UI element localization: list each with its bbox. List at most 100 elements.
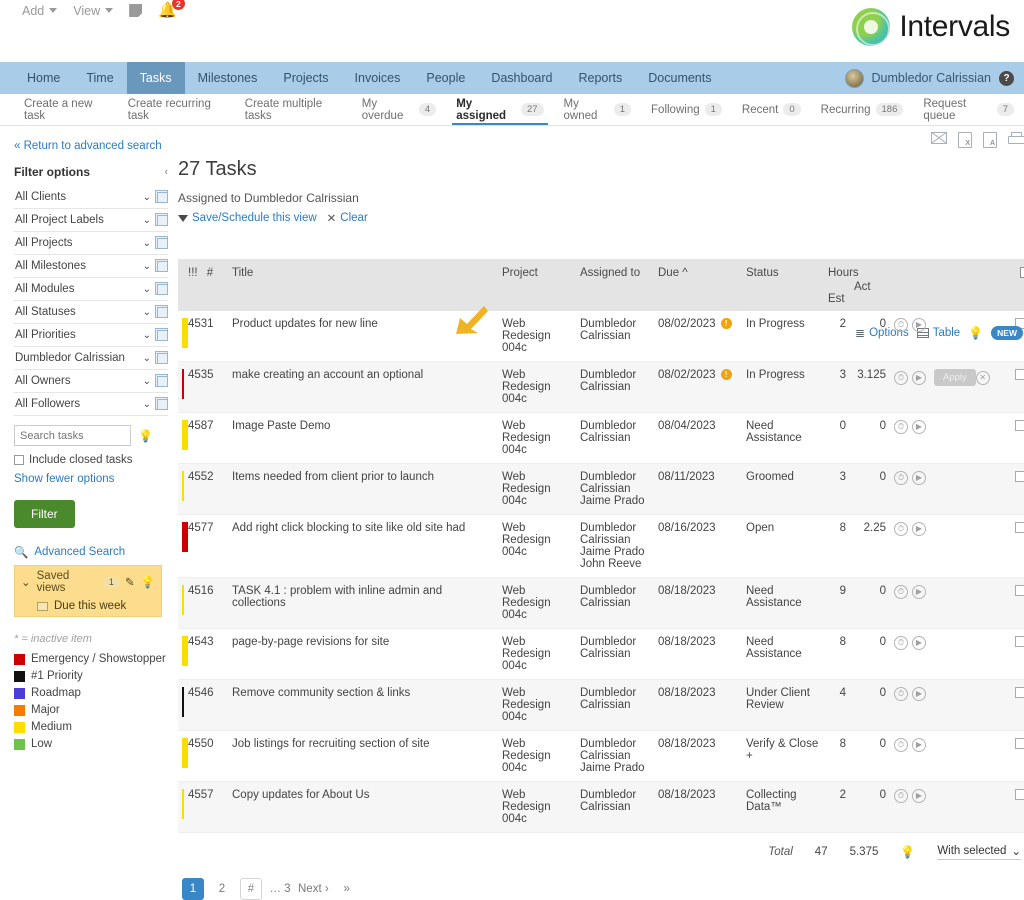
pagination-page-Next[interactable]: Next › [298, 878, 329, 900]
task-id[interactable]: 4587 [184, 413, 228, 464]
filter-dumbledor-calrissian[interactable]: Dumbledor Calrissian⌄ [14, 347, 168, 370]
table-row[interactable]: 4535make creating an account an optional… [178, 362, 1024, 413]
table-row[interactable]: 4543page-by-page revisions for siteWeb R… [178, 629, 1024, 680]
task-title[interactable]: Remove community section & links [228, 680, 498, 731]
table-row[interactable]: 4577Add right click blocking to site lik… [178, 515, 1024, 578]
filter-all-projects[interactable]: All Projects⌄ [14, 232, 168, 255]
row-checkbox[interactable] [1015, 636, 1024, 647]
header-number[interactable]: !!! # [184, 259, 228, 311]
lightbulb-icon[interactable]: 💡 [138, 429, 153, 443]
log-time-clock-icon[interactable]: ⏱ [894, 585, 908, 599]
subnav-item-recent[interactable]: Recent0 [732, 94, 811, 125]
copy-icon[interactable] [157, 238, 168, 249]
task-title[interactable]: page-by-page revisions for site [228, 629, 498, 680]
filter-all-statuses[interactable]: All Statuses⌄ [14, 301, 168, 324]
email-icon[interactable] [931, 132, 947, 144]
user-name[interactable]: Dumbledor Calrissian [872, 71, 992, 85]
start-timer-icon[interactable]: ▶ [912, 789, 926, 803]
task-status[interactable]: In Progress [742, 362, 824, 413]
lightbulb-icon[interactable]: 💡 [968, 326, 983, 340]
task-id[interactable]: 4550 [184, 731, 228, 782]
select-all-checkbox[interactable] [1020, 267, 1024, 278]
task-status[interactable]: Verify & Close + [742, 731, 824, 782]
row-checkbox[interactable] [1015, 738, 1024, 749]
notes-button[interactable] [129, 4, 142, 17]
saved-view-item[interactable]: Due this week [21, 600, 155, 612]
log-time-clock-icon[interactable]: ⏱ [894, 471, 908, 485]
task-status[interactable]: Groomed [742, 464, 824, 515]
task-title[interactable]: Job listings for recruiting section of s… [228, 731, 498, 782]
task-project[interactable]: Web Redesign 004c [498, 413, 576, 464]
help-icon[interactable]: ? [999, 71, 1014, 86]
copy-icon[interactable] [157, 353, 168, 364]
copy-icon[interactable] [157, 192, 168, 203]
nav-item-home[interactable]: Home [14, 62, 73, 94]
task-project[interactable]: Web Redesign 004c [498, 515, 576, 578]
task-title[interactable]: TASK 4.1 : problem with inline admin and… [228, 578, 498, 629]
subnav-item-request-queue[interactable]: Request queue7 [913, 94, 1024, 125]
start-timer-icon[interactable]: ▶ [912, 471, 926, 485]
chevron-down-icon[interactable]: ⌄ [143, 376, 151, 387]
task-id[interactable]: 4557 [184, 782, 228, 833]
filter-all-project-labels[interactable]: All Project Labels⌄ [14, 209, 168, 232]
nav-item-dashboard[interactable]: Dashboard [478, 62, 565, 94]
lightbulb-icon[interactable]: 💡 [900, 845, 915, 859]
nav-item-documents[interactable]: Documents [635, 62, 724, 94]
show-fewer-options-link[interactable]: Show fewer options [14, 473, 168, 485]
task-status[interactable]: In Progress [742, 311, 824, 362]
advanced-search-link[interactable]: 🔍 Advanced Search [14, 545, 168, 559]
log-time-clock-icon[interactable]: ⏱ [894, 738, 908, 752]
task-project[interactable]: Web Redesign 004c [498, 680, 576, 731]
pagination-page-[interactable]: # [240, 878, 262, 900]
subnav-item-recurring[interactable]: Recurring186 [811, 94, 914, 125]
copy-icon[interactable] [157, 399, 168, 410]
table-row[interactable]: 4546Remove community section & linksWeb … [178, 680, 1024, 731]
return-to-advanced-search-link[interactable]: « Return to advanced search [14, 140, 168, 152]
cancel-timer-icon[interactable]: ✕ [976, 371, 990, 385]
task-project[interactable]: Web Redesign 004c [498, 629, 576, 680]
subnav-item-create-recurring-task[interactable]: Create recurring task [118, 94, 235, 125]
subnav-item-create-multiple-tasks[interactable]: Create multiple tasks [235, 94, 352, 125]
excel-export-icon[interactable]: X [958, 132, 972, 148]
row-checkbox[interactable] [1015, 789, 1024, 800]
header-project[interactable]: Project [498, 259, 576, 311]
task-project[interactable]: Web Redesign 004c [498, 578, 576, 629]
start-timer-icon[interactable]: ▶ [912, 522, 926, 536]
chevron-down-icon[interactable]: ⌄ [143, 399, 151, 410]
task-id[interactable]: 4543 [184, 629, 228, 680]
chevron-down-icon[interactable]: ⌄ [143, 284, 151, 295]
print-icon[interactable] [1008, 132, 1023, 144]
start-timer-icon[interactable]: ▶ [912, 585, 926, 599]
table-row[interactable]: 4516TASK 4.1 : problem with inline admin… [178, 578, 1024, 629]
nav-item-milestones[interactable]: Milestones [185, 62, 271, 94]
filter-all-owners[interactable]: All Owners⌄ [14, 370, 168, 393]
task-id[interactable]: 4546 [184, 680, 228, 731]
chevron-down-icon[interactable]: ⌄ [143, 261, 151, 272]
log-time-clock-icon[interactable]: ⏱ [894, 371, 908, 385]
nav-item-projects[interactable]: Projects [270, 62, 341, 94]
edit-pencil-icon[interactable]: ✎ [125, 575, 135, 589]
filter-button[interactable]: Filter [14, 500, 75, 528]
copy-icon[interactable] [157, 330, 168, 341]
subnav-item-my-assigned[interactable]: My assigned27 [446, 94, 553, 125]
table-row[interactable]: 4587Image Paste DemoWeb Redesign 004cDum… [178, 413, 1024, 464]
row-checkbox[interactable] [1015, 687, 1024, 698]
log-time-clock-icon[interactable]: ⏱ [894, 636, 908, 650]
subnav-item-create-a-new-task[interactable]: Create a new task [14, 94, 118, 125]
nav-item-time[interactable]: Time [73, 62, 126, 94]
header-status[interactable]: Status [742, 259, 824, 311]
chevron-down-icon[interactable]: ⌄ [143, 238, 151, 249]
task-title[interactable]: make creating an account an optional [228, 362, 498, 413]
header-est-label[interactable]: Est [828, 279, 846, 305]
task-title[interactable]: Copy updates for About Us [228, 782, 498, 833]
task-title[interactable]: Items needed from client prior to launch [228, 464, 498, 515]
subnav-item-my-owned[interactable]: My owned1 [554, 94, 642, 125]
task-id[interactable]: 4552 [184, 464, 228, 515]
copy-icon[interactable] [157, 215, 168, 226]
include-closed-checkbox[interactable] [14, 455, 24, 465]
filter-all-clients[interactable]: All Clients⌄ [14, 186, 168, 209]
task-id[interactable]: 4531 [184, 311, 228, 362]
filter-all-priorities[interactable]: All Priorities⌄ [14, 324, 168, 347]
pdf-export-icon[interactable]: A [983, 132, 997, 148]
chevron-down-icon[interactable]: ⌄ [143, 192, 151, 203]
